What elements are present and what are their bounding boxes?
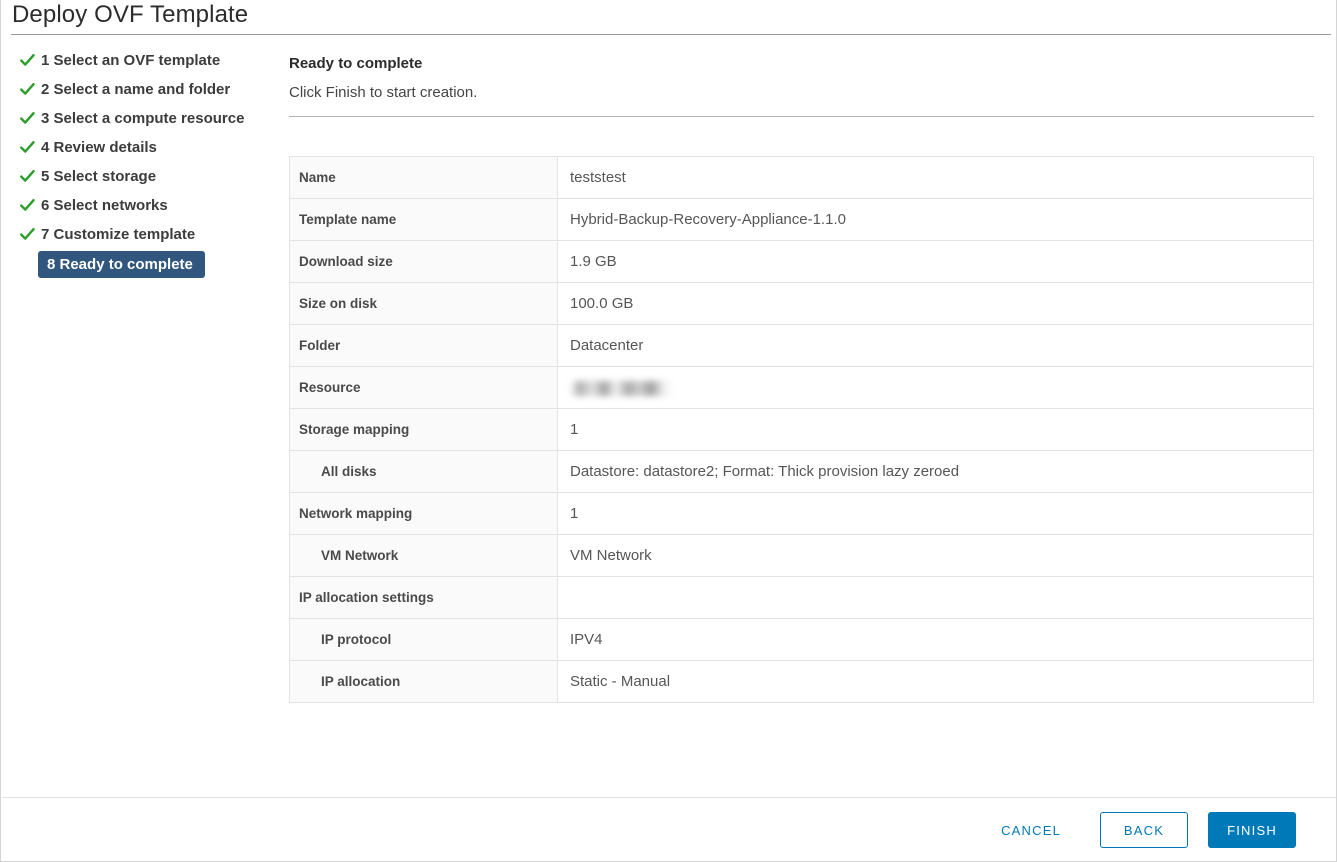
table-row: Storage mapping 1	[289, 408, 1314, 451]
table-row: Name teststest	[289, 156, 1314, 199]
cancel-button[interactable]: Cancel	[982, 813, 1080, 847]
check-icon	[19, 81, 36, 98]
dialog-title-bar: Deploy OVF Template	[1, 0, 1337, 35]
wizard-step-label: 8 Ready to complete	[47, 256, 193, 273]
summary-row-label: IP protocol	[289, 618, 558, 661]
summary-row-value	[557, 366, 1314, 409]
summary-table-body: Name teststest Template name Hybrid-Backup-…	[289, 156, 1314, 703]
page-title: Deploy OVF Template	[12, 1, 249, 28]
summary-table: Name teststest Template name Hybrid-Backup-…	[289, 156, 1314, 703]
summary-row-value: 1	[557, 408, 1314, 451]
summary-row-value	[557, 576, 1314, 619]
summary-row-label: Download size	[289, 240, 558, 283]
table-row: Folder Datacenter	[289, 324, 1314, 367]
summary-row-value: VM Network	[557, 534, 1314, 577]
summary-row-value: Hybrid-Backup-Recovery-Appliance-1.1.0	[557, 198, 1314, 241]
summary-row-label: Network mapping	[289, 492, 558, 535]
summary-row-label: VM Network	[289, 534, 558, 577]
wizard-step-1[interactable]: 1 Select an OVF template	[1, 48, 279, 73]
footer-actions: Cancel Back Finish	[1, 806, 1317, 854]
summary-row-label: All disks	[289, 450, 558, 493]
summary-row-value: 100.0 GB	[557, 282, 1314, 325]
wizard-step-label: 1 Select an OVF template	[41, 52, 221, 69]
table-row: IP allocation settings	[289, 576, 1314, 619]
redacted-value-block	[570, 380, 674, 396]
deploy-ovf-template-dialog: Deploy OVF Template 1 Select an OVF temp…	[0, 0, 1337, 862]
check-icon	[19, 226, 36, 243]
wizard-step-5[interactable]: 5 Select storage	[1, 164, 279, 189]
table-row: Network mapping 1	[289, 492, 1314, 535]
finish-button[interactable]: Finish	[1208, 812, 1296, 848]
title-divider	[11, 34, 1331, 35]
wizard-step-label: 2 Select a name and folder	[41, 81, 231, 98]
table-row: VM Network VM Network	[289, 534, 1314, 577]
wizard-step-row: 8 Ready to complete	[1, 251, 279, 282]
summary-row-value: Static - Manual	[557, 660, 1314, 703]
check-icon	[19, 110, 36, 127]
summary-row-value: 1	[557, 492, 1314, 535]
summary-row-value: 1.9 GB	[557, 240, 1314, 283]
table-row: IP protocol IPV4	[289, 618, 1314, 661]
check-icon	[19, 52, 36, 69]
wizard-step-label: 5 Select storage	[41, 168, 157, 185]
summary-row-label: Folder	[289, 324, 558, 367]
wizard-step-4[interactable]: 4 Review details	[1, 135, 279, 160]
back-button[interactable]: Back	[1100, 812, 1188, 848]
wizard-step-2[interactable]: 2 Select a name and folder	[1, 77, 279, 102]
content-divider	[289, 116, 1314, 117]
check-icon	[19, 197, 36, 214]
summary-row-value: IPV4	[557, 618, 1314, 661]
summary-row-label: Size on disk	[289, 282, 558, 325]
summary-row-label: IP allocation	[289, 660, 558, 703]
wizard-steps-nav: 1 Select an OVF template 2 Select a name …	[1, 48, 279, 282]
summary-row-label: Name	[289, 156, 558, 199]
wizard-step-6[interactable]: 6 Select networks	[1, 193, 279, 218]
summary-row-value: teststest	[557, 156, 1314, 199]
wizard-step-8[interactable]: 8 Ready to complete	[38, 251, 205, 278]
wizard-step-label: 4 Review details	[41, 139, 157, 156]
table-row: IP allocation Static - Manual	[289, 660, 1314, 703]
check-icon	[19, 139, 36, 156]
content-subheading: Click Finish to start creation.	[289, 84, 478, 101]
wizard-step-3[interactable]: 3 Select a compute resource	[1, 106, 279, 131]
summary-row-value: Datacenter	[557, 324, 1314, 367]
table-row: All disks Datastore: datastore2; Format: …	[289, 450, 1314, 493]
summary-row-label: Resource	[289, 366, 558, 409]
table-row: Template name Hybrid-Backup-Recovery-Appl…	[289, 198, 1314, 241]
table-row: Resource	[289, 366, 1314, 409]
check-icon	[19, 168, 36, 185]
content-header: Ready to complete Click Finish to start …	[289, 55, 1314, 117]
wizard-step-label: 6 Select networks	[41, 197, 168, 214]
wizard-step-7[interactable]: 7 Customize template	[1, 222, 279, 247]
footer-divider	[2, 797, 1336, 798]
summary-row-label: IP allocation settings	[289, 576, 558, 619]
summary-row-value: Datastore: datastore2; Format: Thick pro…	[557, 450, 1314, 493]
summary-row-label: Storage mapping	[289, 408, 558, 451]
table-row: Size on disk 100.0 GB	[289, 282, 1314, 325]
summary-row-label: Template name	[289, 198, 558, 241]
wizard-step-label: 3 Select a compute resource	[41, 110, 245, 127]
content-heading: Ready to complete	[289, 55, 423, 72]
wizard-step-label: 7 Customize template	[41, 226, 196, 243]
table-row: Download size 1.9 GB	[289, 240, 1314, 283]
